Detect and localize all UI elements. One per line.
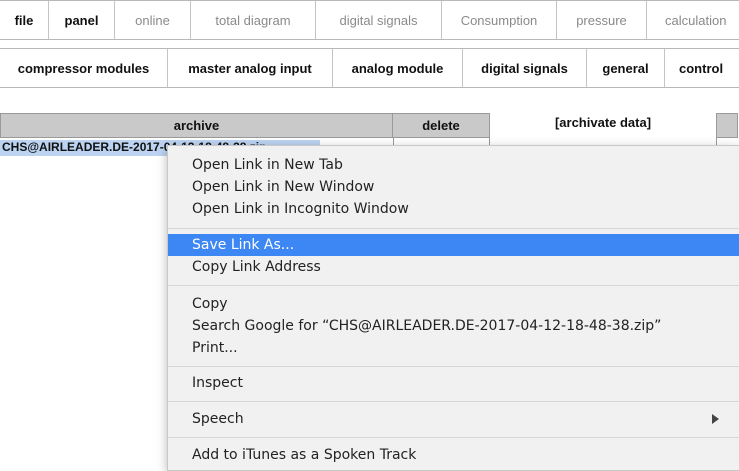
menu-separator — [168, 228, 739, 229]
tab-panel[interactable]: panel — [49, 1, 115, 39]
column-header-delete: delete — [393, 113, 490, 138]
tab-digital-signals-config[interactable]: digital signals — [463, 49, 587, 87]
tab-consumption[interactable]: Consumption — [442, 1, 557, 39]
tab-file[interactable]: file — [0, 1, 49, 39]
menu-item-speech[interactable]: Speech — [168, 408, 739, 430]
archivate-data-link[interactable]: [archivate data] — [490, 113, 716, 138]
menu-separator — [168, 285, 739, 286]
menu-item-open-incognito[interactable]: Open Link in Incognito Window — [168, 198, 739, 220]
archive-table-header: archive delete [archivate data] — [0, 113, 738, 138]
column-header-extra — [716, 113, 738, 138]
tab-calculation[interactable]: calculation — [647, 1, 739, 39]
secondary-nav: compressor modules master analog input a… — [0, 48, 739, 88]
menu-item-add-to-itunes[interactable]: Add to iTunes as a Spoken Track — [168, 444, 739, 466]
tab-pressure[interactable]: pressure — [557, 1, 647, 39]
menu-separator — [168, 437, 739, 438]
tab-general[interactable]: general — [587, 49, 665, 87]
tab-total-diagram[interactable]: total diagram — [191, 1, 316, 39]
tab-control[interactable]: control — [665, 49, 739, 87]
menu-item-open-new-window[interactable]: Open Link in New Window — [168, 176, 739, 198]
tab-digital-signals[interactable]: digital signals — [316, 1, 442, 39]
page: file panel online total diagram digital … — [0, 0, 739, 471]
menu-item-inspect[interactable]: Inspect — [168, 372, 739, 394]
tab-online[interactable]: online — [115, 1, 191, 39]
menu-item-copy[interactable]: Copy — [168, 293, 739, 315]
menu-item-print[interactable]: Print... — [168, 337, 739, 359]
context-menu: Open Link in New Tab Open Link in New Wi… — [167, 145, 739, 471]
menu-separator — [168, 401, 739, 402]
menu-item-save-link-as[interactable]: Save Link As... — [168, 234, 739, 256]
submenu-arrow-icon — [712, 414, 719, 424]
tab-compressor-modules[interactable]: compressor modules — [0, 49, 168, 87]
menu-separator — [168, 366, 739, 367]
menu-item-copy-link-address[interactable]: Copy Link Address — [168, 256, 739, 278]
tab-master-analog-input[interactable]: master analog input — [168, 49, 333, 87]
primary-nav: file panel online total diagram digital … — [0, 0, 739, 40]
menu-item-search-google[interactable]: Search Google for “CHS@AIRLEADER.DE-2017… — [168, 315, 739, 337]
menu-item-speech-label: Speech — [192, 411, 244, 427]
column-header-archive: archive — [0, 113, 393, 138]
tab-analog-module[interactable]: analog module — [333, 49, 463, 87]
menu-item-open-new-tab[interactable]: Open Link in New Tab — [168, 154, 739, 176]
